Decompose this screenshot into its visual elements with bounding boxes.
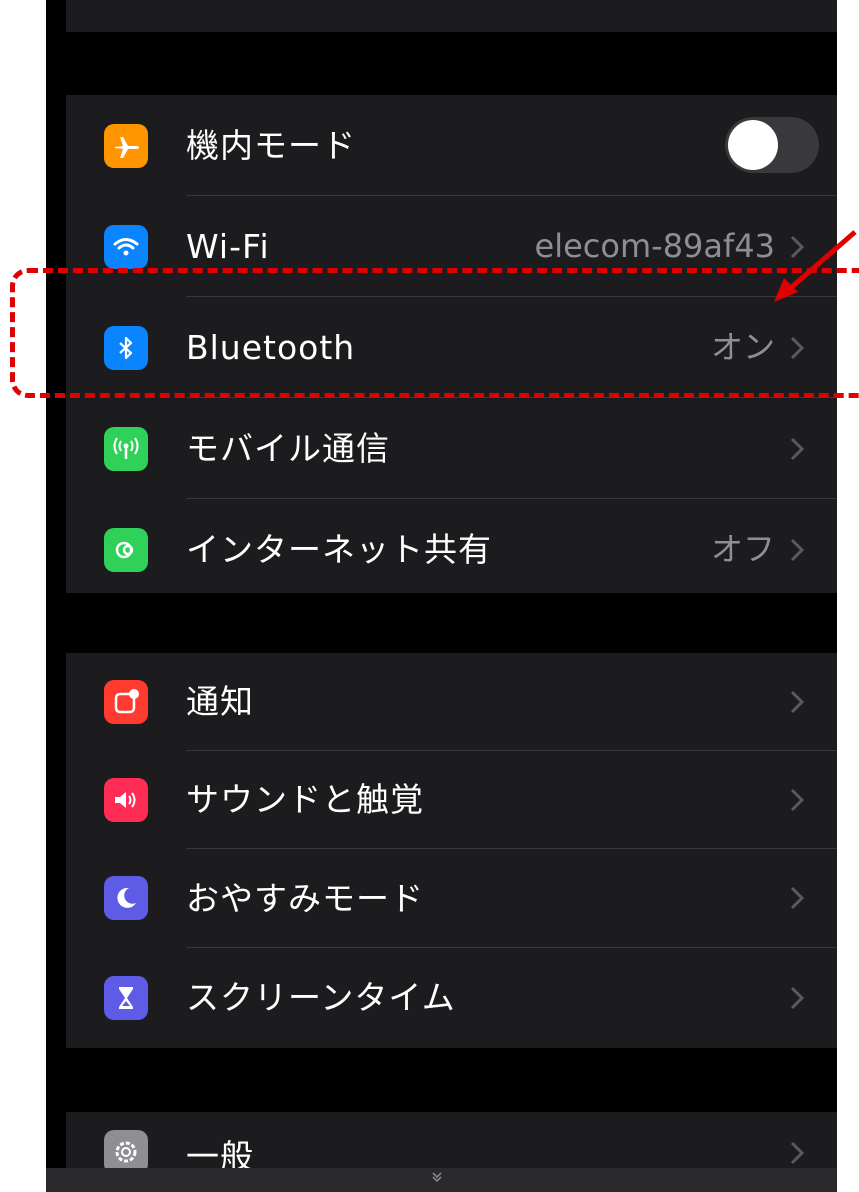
cellular-row[interactable]: モバイル通信	[66, 398, 837, 499]
chevron-right-icon	[790, 986, 805, 1010]
personal-hotspot-row[interactable]: インターネット共有 オフ	[66, 499, 837, 600]
sounds-haptics-row[interactable]: サウンドと触覚	[66, 751, 837, 849]
wifi-label: Wi-Fi	[186, 227, 270, 266]
chevron-right-icon	[790, 1141, 805, 1165]
do-not-disturb-row[interactable]: おやすみモード	[66, 849, 837, 948]
chevron-right-icon	[790, 437, 805, 461]
speaker-icon	[104, 778, 148, 822]
personal-hotspot-status: オフ	[710, 530, 775, 568]
annotation-arrow-icon	[774, 230, 857, 302]
notifications-group: 通知 サウンドと触覚 おやすみモード スクリーンタイム	[66, 653, 837, 1048]
wifi-network-name: elecom-89af43	[534, 227, 775, 265]
wifi-row[interactable]: Wi-Fi elecom-89af43	[66, 196, 837, 297]
screen-time-row[interactable]: スクリーンタイム	[66, 948, 837, 1048]
personal-hotspot-label: インターネット共有	[186, 530, 492, 569]
airplane-mode-label: 機内モード	[186, 126, 356, 165]
airplane-mode-row[interactable]: 機内モード	[66, 95, 837, 196]
notifications-row[interactable]: 通知	[66, 653, 837, 751]
hourglass-icon	[104, 976, 148, 1020]
chevron-right-icon	[790, 690, 805, 714]
notifications-label: 通知	[186, 682, 254, 721]
sounds-haptics-label: サウンドと触覚	[186, 780, 424, 819]
wifi-icon	[104, 225, 148, 269]
bluetooth-icon	[104, 326, 148, 370]
do-not-disturb-label: おやすみモード	[186, 879, 424, 918]
moon-icon	[104, 876, 148, 920]
top-partial-row	[66, 0, 837, 32]
toggle-knob	[728, 120, 778, 170]
bluetooth-status: オン	[710, 328, 775, 366]
bluetooth-label: Bluetooth	[186, 328, 356, 367]
antenna-icon	[104, 427, 148, 471]
chevron-right-icon	[790, 788, 805, 812]
chevron-right-icon	[790, 336, 805, 360]
cellular-label: モバイル通信	[186, 429, 390, 468]
bluetooth-row[interactable]: Bluetooth オン	[66, 297, 837, 398]
chevron-right-icon	[790, 538, 805, 562]
double-chevron-down-icon[interactable]	[430, 1170, 444, 1184]
screen-time-label: スクリーンタイム	[186, 978, 456, 1017]
airplane-mode-toggle[interactable]	[725, 117, 819, 173]
settings-screen: 機内モード Wi-Fi elecom-89af43 Bluetooth オン モ…	[46, 0, 837, 1192]
link-icon	[104, 528, 148, 572]
notification-icon	[104, 680, 148, 724]
connectivity-group: 機内モード Wi-Fi elecom-89af43 Bluetooth オン モ…	[66, 95, 837, 593]
airplane-icon	[104, 124, 148, 168]
chevron-right-icon	[790, 886, 805, 910]
